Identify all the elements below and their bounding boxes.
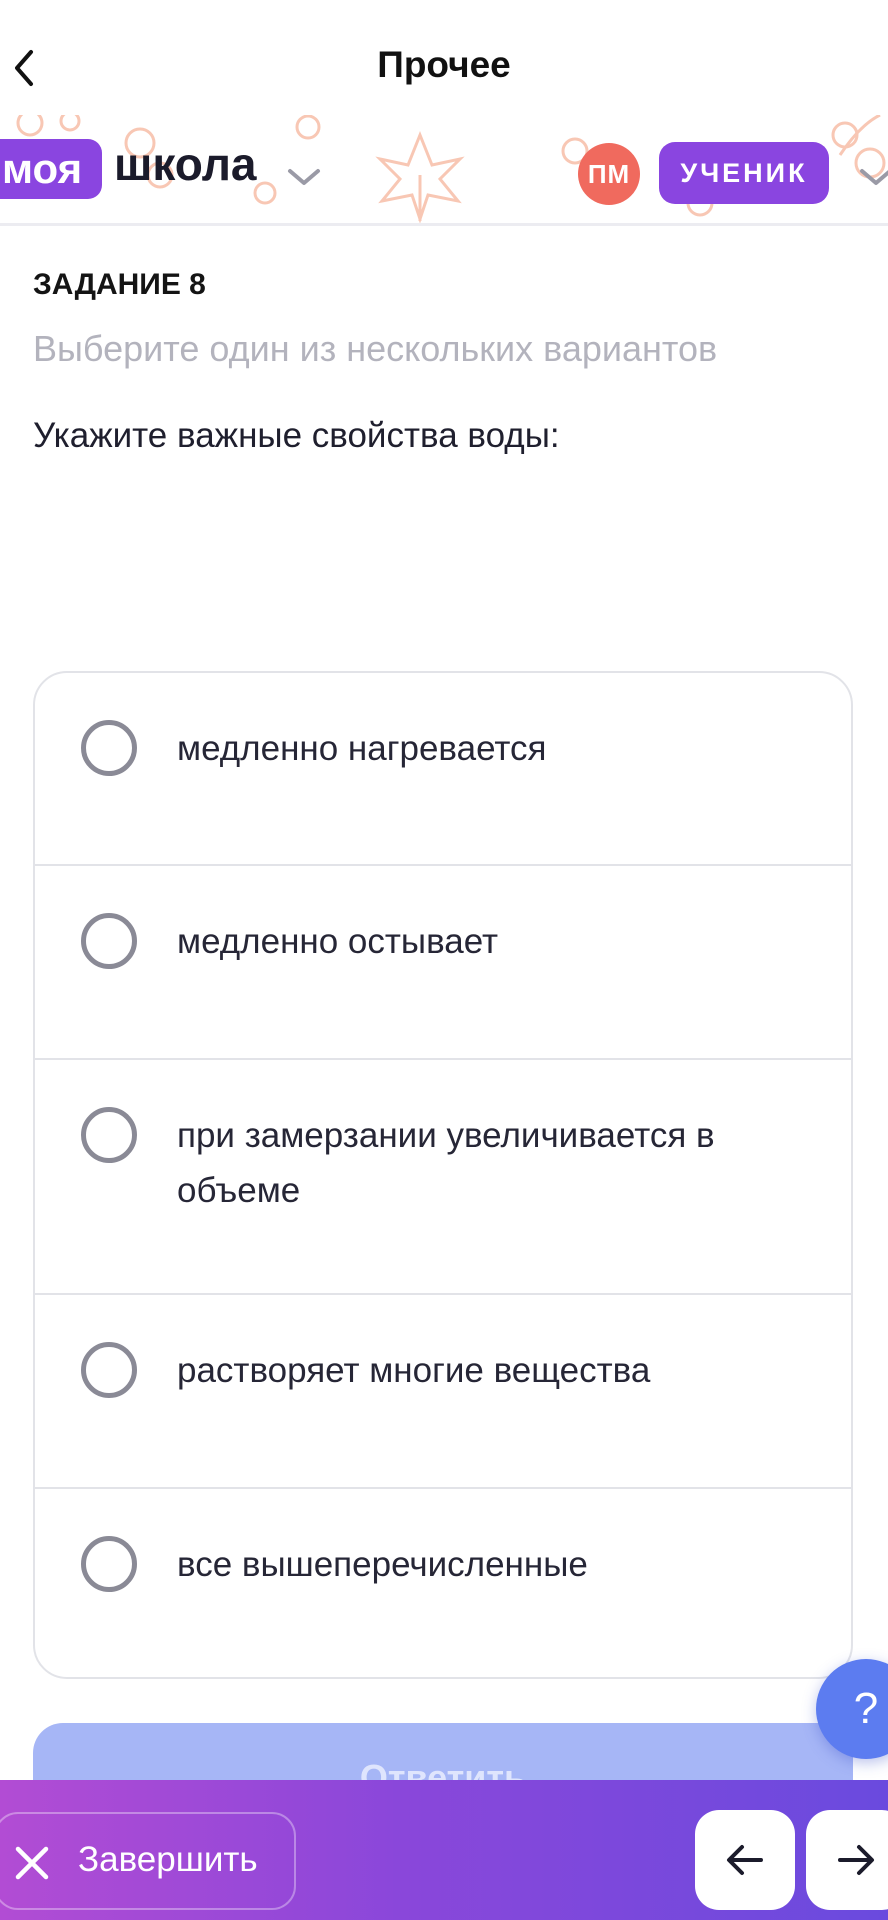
arrow-right-icon [838,1845,874,1875]
radio-button[interactable] [81,1342,137,1398]
logo-moya: моя [0,139,103,199]
radio-button[interactable] [81,1536,137,1592]
finish-button[interactable]: Завершить [0,1812,296,1910]
radio-button[interactable] [81,720,137,776]
task-hint: Выберите один из нескольких вариантов [33,328,718,369]
option-2[interactable]: медленно остывает [35,866,851,1060]
option-label: медленно остывает [177,922,499,961]
answer-options: медленно нагревается медленно остывает п… [33,671,853,1679]
logo-shkola: школа [114,138,257,190]
arrow-left-icon [727,1845,763,1875]
close-icon [15,1846,49,1880]
bottom-bar: Завершить [0,1780,888,1920]
option-label: медленно нагревается [177,729,547,768]
option-1[interactable]: медленно нагревается [35,673,851,866]
radio-button[interactable] [81,1107,137,1163]
option-label: растворяет многие вещества [177,1351,651,1390]
option-4[interactable]: растворяет многие вещества [35,1295,851,1489]
role-chevron-down-icon[interactable] [856,163,888,193]
next-button[interactable] [806,1810,888,1910]
option-5[interactable]: все вышеперечисленные [35,1489,851,1677]
task-question: Укажите важные свойства воды: [33,416,560,455]
school-header: моя школа ПМ УЧЕНИК [0,115,888,226]
page-title: Прочее [377,44,511,85]
question-mark-icon: ? [853,1684,879,1733]
avatar[interactable]: ПМ [578,143,640,205]
option-label: при замерзании увеличивается в объеме [177,1116,715,1210]
finish-label: Завершить [78,1840,258,1879]
option-3[interactable]: при замерзании увеличивается в объеме [35,1060,851,1295]
chevron-down-icon[interactable] [286,163,322,191]
option-label: все вышеперечисленные [177,1545,588,1584]
previous-button[interactable] [695,1810,795,1910]
task-label: ЗАДАНИЕ 8 [33,268,206,301]
role-badge[interactable]: УЧЕНИК [659,142,829,204]
radio-button[interactable] [81,913,137,969]
top-navigation: Прочее [0,0,888,120]
